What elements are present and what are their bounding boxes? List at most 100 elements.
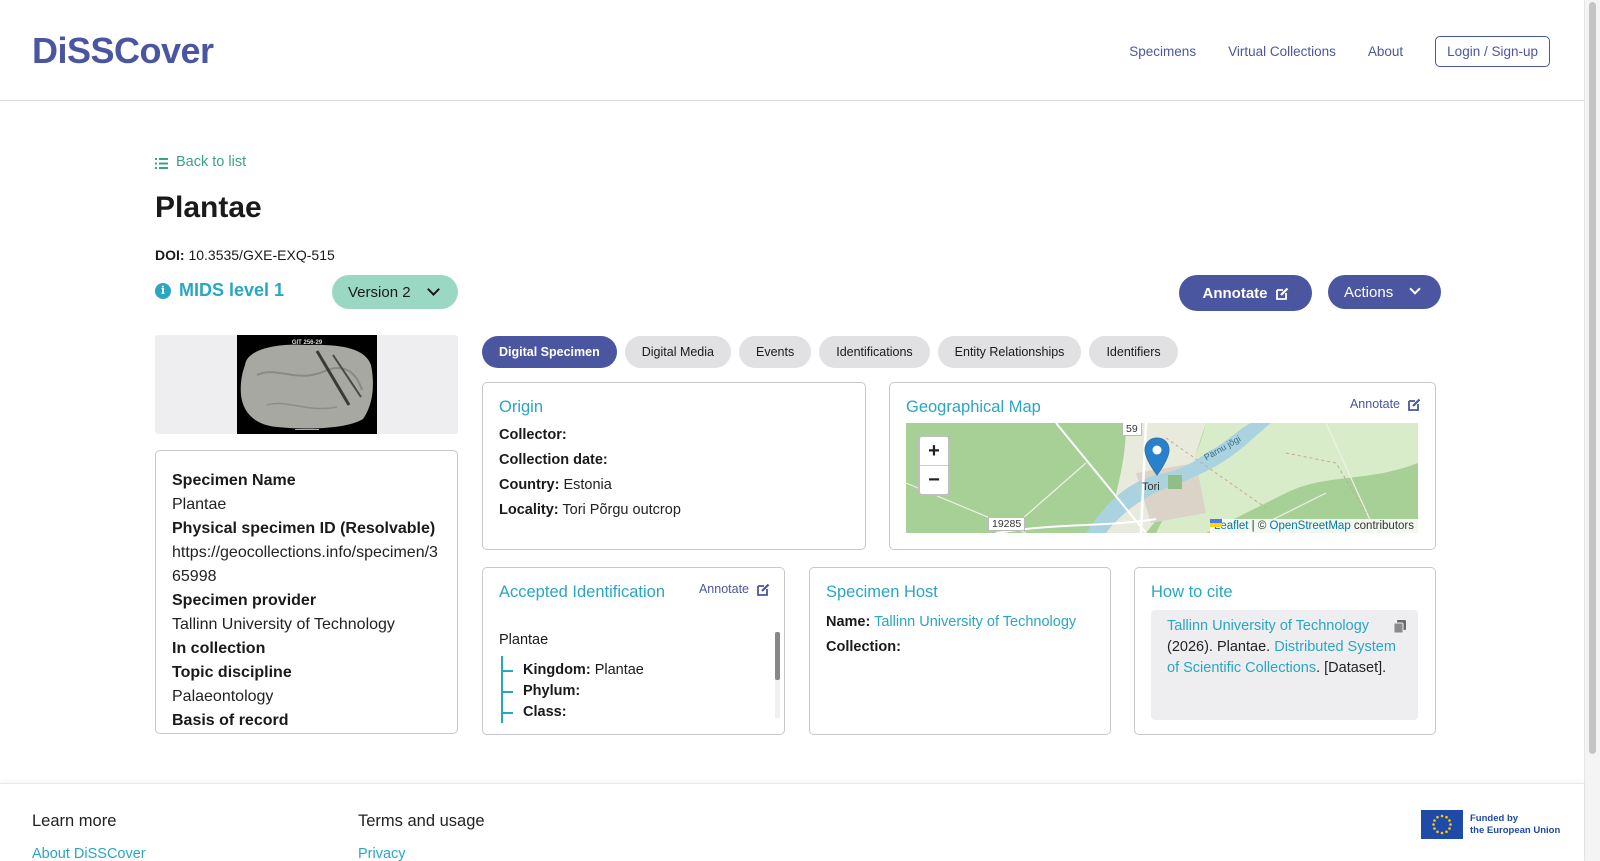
zoom-out-button[interactable]: −	[920, 466, 948, 495]
tab-identifications[interactable]: Identifications	[819, 336, 930, 368]
map-zoom-control: + −	[918, 435, 950, 496]
tab-digital-specimen[interactable]: Digital Specimen	[482, 336, 617, 368]
attr-contributors: contributors	[1350, 520, 1414, 532]
host-name-link[interactable]: Tallinn University of Technology	[874, 614, 1076, 630]
specimen-host-card: Specimen Host Name: Tallinn University o…	[809, 567, 1111, 735]
copy-icon[interactable]	[1394, 620, 1406, 633]
citation-tail: . [Dataset].	[1316, 660, 1387, 676]
geo-annotate-button[interactable]: Annotate	[1350, 397, 1421, 411]
attr-separator: | ©	[1248, 520, 1270, 532]
page-scrollbar[interactable]	[1584, 0, 1600, 861]
taxon-class: Class:	[499, 698, 769, 723]
collection-date-label: Collection date:	[499, 452, 608, 468]
footer-privacy-link[interactable]: Privacy	[358, 846, 406, 861]
accepted-identification-card: Accepted Identification Annotate Plantae…	[482, 567, 785, 735]
ukraine-flag-icon	[1209, 519, 1222, 527]
scrollbar-thumb[interactable]	[1589, 2, 1596, 754]
citation-year: (2026). Plantae.	[1167, 639, 1275, 655]
physical-id-label: Physical specimen ID (Resolvable)	[172, 520, 436, 537]
eu-funding-logo: Funded by the European Union	[1421, 810, 1560, 839]
country-field: Country: Estonia	[499, 473, 681, 498]
mids-level[interactable]: i MIDS level 1	[155, 280, 284, 301]
main-nav: Specimens Virtual Collections About Logi…	[1097, 36, 1550, 67]
citation-org-link[interactable]: Tallinn University of Technology	[1167, 618, 1369, 634]
specimen-image-label: GIT 256-29	[291, 340, 323, 346]
taxonomy-scrollbar[interactable]	[775, 632, 780, 718]
site-header: DiSSCover Specimens Virtual Collections …	[0, 0, 1584, 101]
edit-icon	[757, 583, 770, 596]
specimen-details-card: Specimen Name Plantae Physical specimen …	[155, 450, 458, 734]
chevron-down-icon	[1409, 283, 1421, 295]
origin-title: Origin	[499, 398, 544, 416]
taxon-phylum: Phylum:	[499, 677, 769, 702]
openstreetmap-link[interactable]: OpenStreetMap	[1270, 520, 1351, 532]
doi-value: 10.3535/GXE-EXQ-515	[188, 247, 335, 263]
origin-card: Origin Collector: Collection date: Count…	[482, 382, 866, 550]
chevron-down-icon	[427, 283, 440, 296]
edit-icon	[1408, 398, 1421, 411]
kingdom-value: Plantae	[594, 662, 644, 678]
leaflet-map[interactable]: 59 19285 Tori Pärnu jõgi + − Leaflet | ©…	[906, 423, 1418, 533]
footer-about-link[interactable]: About DiSSCover	[32, 846, 146, 861]
info-icon: i	[155, 282, 171, 299]
location-marker-icon[interactable]	[1144, 437, 1170, 477]
host-name-field: Name: Tallinn University of Technology	[826, 610, 1076, 635]
specimen-provider-value: Tallinn University of Technology	[172, 616, 395, 633]
host-fields: Name: Tallinn University of Technology C…	[826, 610, 1076, 660]
class-label: Class:	[523, 704, 567, 720]
login-signup-button[interactable]: Login / Sign-up	[1435, 36, 1550, 67]
eu-flag-icon	[1421, 810, 1463, 839]
how-to-cite-title: How to cite	[1151, 583, 1233, 601]
footer-learn-more: Learn more	[32, 812, 117, 830]
nav-virtual-collections[interactable]: Virtual Collections	[1228, 44, 1336, 59]
eu-funding-text: Funded by the European Union	[1470, 813, 1560, 837]
footer-terms: Terms and usage	[358, 812, 485, 830]
mids-level-label: MIDS level 1	[179, 280, 285, 300]
locality-value: Tori Põrgu outcrop	[562, 502, 681, 518]
doi-label: DOI:	[155, 247, 185, 263]
collector-field: Collector:	[499, 423, 681, 448]
back-to-list-link[interactable]: Back to list	[155, 154, 246, 170]
collection-date-field: Collection date:	[499, 448, 681, 473]
nav-about[interactable]: About	[1368, 44, 1403, 59]
topic-discipline-value: Palaeontology	[172, 688, 274, 705]
citation-text[interactable]: Tallinn University of Technology (2026).…	[1151, 610, 1418, 720]
country-value: Estonia	[563, 477, 612, 493]
actions-dropdown[interactable]: Actions	[1328, 275, 1441, 309]
tab-entity-relationships[interactable]: Entity Relationships	[937, 336, 1082, 368]
country-label: Country:	[499, 477, 560, 493]
doi-line: DOI: 10.3535/GXE-EXQ-515	[155, 247, 335, 263]
specimen-name-value: Plantae	[172, 496, 227, 513]
taxon-kingdom: Kingdom: Plantae	[499, 656, 769, 681]
host-name-label: Name:	[826, 614, 871, 630]
version-label: Version 2	[348, 283, 411, 301]
locality-label: Locality:	[499, 502, 559, 518]
specimen-image[interactable]: GIT 256-29	[237, 335, 377, 434]
site-logo[interactable]: DiSSCover	[32, 30, 214, 72]
nav-specimens[interactable]: Specimens	[1129, 44, 1196, 59]
taxonomy-tree: Plantae Kingdom: Plantae Phylum: Class:	[499, 630, 769, 730]
page-title: Plantae	[155, 191, 262, 224]
identification-annotate-button[interactable]: Annotate	[699, 582, 770, 596]
annotate-button[interactable]: Annotate	[1179, 275, 1312, 311]
map-attribution: Leaflet | © OpenStreetMap contributors	[1209, 519, 1418, 533]
eu-line-2: the European Union	[1470, 824, 1561, 836]
list-icon	[155, 157, 168, 169]
edit-icon	[1275, 287, 1289, 300]
tab-identifiers[interactable]: Identifiers	[1089, 336, 1178, 368]
specimen-image-panel: GIT 256-29	[155, 335, 458, 434]
how-to-cite-card: How to cite Tallinn University of Techno…	[1134, 567, 1436, 735]
specimen-tabs: Digital Specimen Digital Media Events Id…	[482, 336, 1186, 368]
tab-digital-media[interactable]: Digital Media	[624, 336, 731, 368]
road-19285-label: 19285	[988, 517, 1026, 531]
zoom-in-button[interactable]: +	[920, 437, 948, 466]
kingdom-label: Kingdom:	[523, 662, 591, 678]
taxon-root: Plantae	[499, 632, 549, 648]
collector-label: Collector:	[499, 427, 567, 443]
version-dropdown[interactable]: Version 2	[332, 275, 458, 309]
accepted-identification-title: Accepted Identification	[499, 583, 666, 601]
back-to-list-label: Back to list	[176, 154, 247, 170]
tab-events[interactable]: Events	[739, 336, 812, 368]
specimen-provider-label: Specimen provider	[172, 592, 317, 609]
actions-label: Actions	[1344, 283, 1394, 301]
